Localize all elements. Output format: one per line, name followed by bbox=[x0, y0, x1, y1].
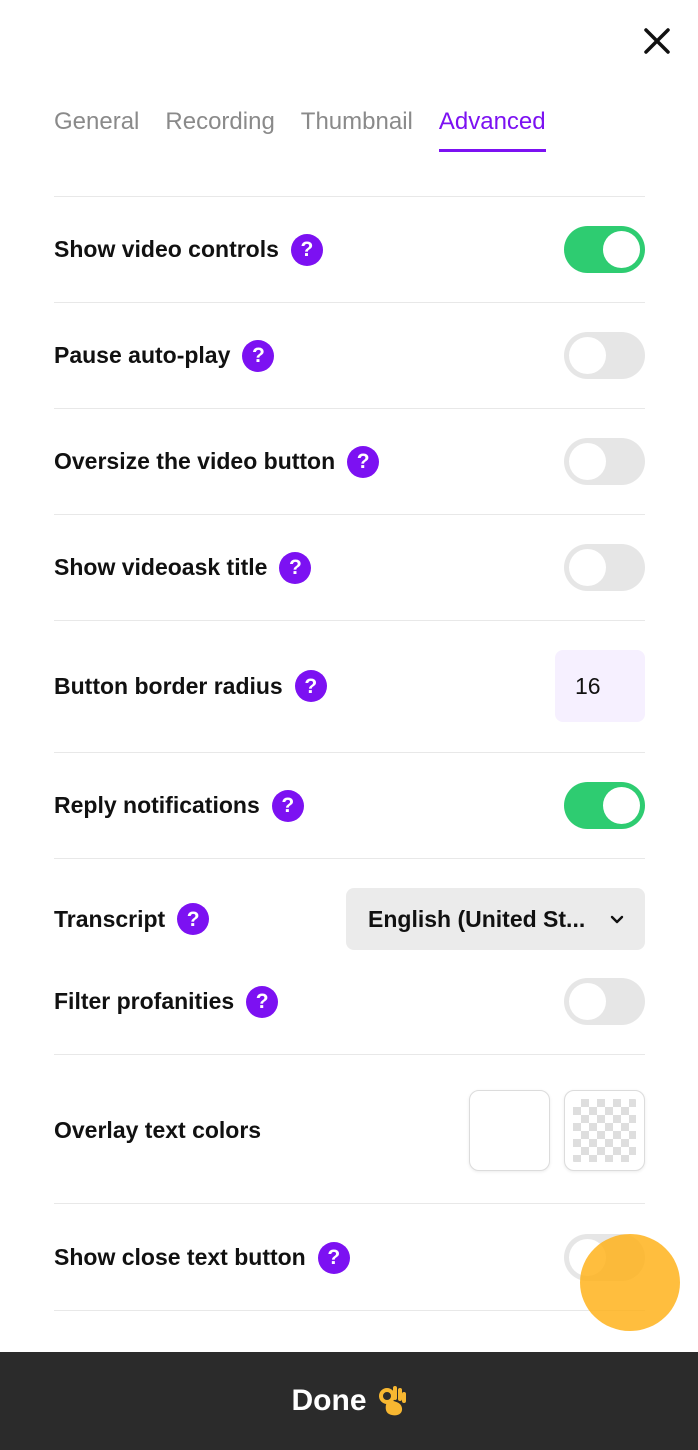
tab-advanced[interactable]: Advanced bbox=[438, 104, 546, 152]
help-icon[interactable]: ? bbox=[290, 233, 323, 266]
tab-thumbnail[interactable]: Thumbnail bbox=[301, 104, 413, 152]
setting-row-transcript: Transcript ? English (United St... bbox=[54, 888, 645, 950]
text-color-swatch[interactable] bbox=[469, 1090, 550, 1171]
chevron-down-icon bbox=[610, 915, 624, 924]
toggle-knob bbox=[569, 337, 606, 374]
help-icon[interactable]: ? bbox=[271, 789, 304, 822]
divider bbox=[54, 196, 645, 197]
help-icon[interactable]: ? bbox=[246, 985, 279, 1018]
settings-tabs: General Recording Thumbnail Advanced bbox=[54, 104, 546, 152]
done-button[interactable]: Done bbox=[0, 1352, 698, 1450]
divider bbox=[54, 1203, 645, 1204]
help-icon[interactable]: ? bbox=[279, 551, 312, 584]
setting-row-reply-notifications: Reply notifications ? bbox=[54, 782, 645, 829]
done-label: Done bbox=[291, 1384, 367, 1417]
close-button[interactable] bbox=[638, 22, 676, 60]
border-radius-input[interactable] bbox=[555, 650, 645, 722]
help-icon[interactable]: ? bbox=[242, 339, 275, 372]
setting-label: Reply notifications bbox=[54, 792, 260, 818]
divider bbox=[54, 858, 645, 859]
divider bbox=[54, 514, 645, 515]
setting-label: Overlay text colors bbox=[54, 1117, 262, 1143]
toggle-knob bbox=[569, 1239, 606, 1276]
setting-label: Oversize the video button bbox=[54, 448, 336, 474]
filter-profanities-toggle[interactable] bbox=[564, 978, 645, 1025]
toggle-knob bbox=[569, 983, 606, 1020]
setting-row-pause-autoplay: Pause auto-play ? bbox=[54, 332, 645, 379]
tab-recording[interactable]: Recording bbox=[165, 104, 274, 152]
setting-label: Show close text button bbox=[54, 1244, 306, 1270]
setting-label: Filter profanities bbox=[54, 988, 235, 1014]
setting-label: Show video controls bbox=[54, 236, 279, 262]
setting-row-show-close-text-button: Show close text button ? bbox=[54, 1234, 645, 1281]
selected-language: English (United St... bbox=[368, 905, 586, 932]
tab-general[interactable]: General bbox=[54, 104, 139, 152]
divider bbox=[54, 1054, 645, 1055]
show-videoask-title-toggle[interactable] bbox=[564, 544, 645, 591]
toggle-knob bbox=[603, 231, 640, 268]
ok-hand-icon bbox=[378, 1386, 406, 1416]
setting-label: Button border radius bbox=[54, 672, 283, 699]
transcript-language-select[interactable]: English (United St... bbox=[346, 888, 645, 950]
divider bbox=[54, 1310, 645, 1311]
help-icon[interactable]: ? bbox=[177, 903, 210, 935]
setting-row-show-videoask-title: Show videoask title ? bbox=[54, 544, 645, 591]
setting-label: Show videoask title bbox=[54, 554, 268, 580]
setting-row-show-video-controls: Show video controls ? bbox=[54, 226, 645, 273]
setting-row-button-border-radius: Button border radius ? bbox=[54, 650, 645, 722]
setting-row-overlay-text-colors: Overlay text colors bbox=[54, 1090, 645, 1171]
setting-row-oversize-video-button: Oversize the video button ? bbox=[54, 438, 645, 485]
oversize-video-button-toggle[interactable] bbox=[564, 438, 645, 485]
background-color-swatch[interactable] bbox=[564, 1090, 645, 1171]
show-video-controls-toggle[interactable] bbox=[564, 226, 645, 273]
divider bbox=[54, 408, 645, 409]
setting-label: Pause auto-play bbox=[54, 342, 231, 368]
toggle-knob bbox=[569, 443, 606, 480]
pause-autoplay-toggle[interactable] bbox=[564, 332, 645, 379]
close-icon bbox=[644, 28, 670, 54]
show-close-text-button-toggle[interactable] bbox=[564, 1234, 645, 1281]
divider bbox=[54, 752, 645, 753]
toggle-knob bbox=[569, 549, 606, 586]
help-icon[interactable]: ? bbox=[347, 445, 380, 478]
divider bbox=[54, 620, 645, 621]
toggle-knob bbox=[603, 787, 640, 824]
help-icon[interactable]: ? bbox=[294, 670, 327, 702]
divider bbox=[54, 302, 645, 303]
reply-notifications-toggle[interactable] bbox=[564, 782, 645, 829]
setting-row-filter-profanities: Filter profanities ? bbox=[54, 978, 645, 1025]
help-icon[interactable]: ? bbox=[317, 1241, 350, 1274]
setting-label: Transcript bbox=[54, 905, 166, 932]
